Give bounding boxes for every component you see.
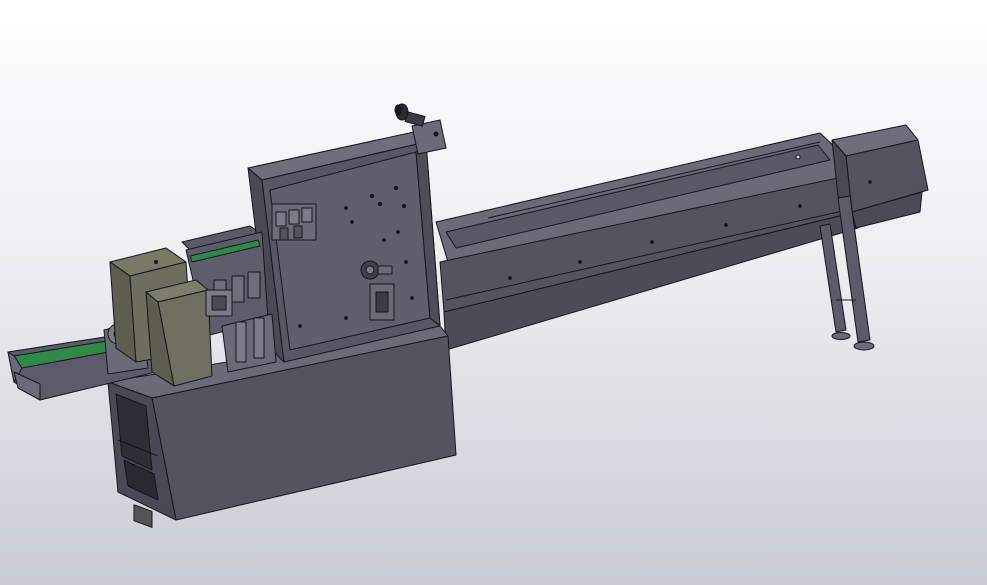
leveling-foot bbox=[831, 332, 851, 340]
switch-button[interactable] bbox=[288, 209, 300, 225]
infeed-block bbox=[231, 275, 245, 303]
screw-dot bbox=[369, 193, 375, 199]
seal-clamp-slot bbox=[211, 295, 227, 311]
drive-panel[interactable] bbox=[247, 131, 441, 363]
switch-foot bbox=[293, 225, 303, 239]
infeed-stand-column bbox=[235, 321, 247, 363]
screw-dot bbox=[724, 223, 728, 227]
bracket-slot bbox=[375, 291, 389, 313]
screw-dot bbox=[404, 260, 408, 264]
screw-dot bbox=[650, 240, 654, 244]
infeed-stand-column bbox=[253, 317, 265, 359]
screw-dot bbox=[578, 260, 582, 264]
screw-dot bbox=[298, 324, 302, 328]
screw-dot bbox=[154, 260, 158, 264]
screw-dot bbox=[393, 185, 399, 191]
switch-foot bbox=[279, 227, 289, 241]
screw-dot bbox=[377, 201, 383, 207]
screw-dot bbox=[396, 230, 400, 234]
long-conveyor-body[interactable] bbox=[435, 132, 859, 351]
infeed-block bbox=[247, 271, 261, 299]
cabinet-motor-block bbox=[133, 504, 153, 528]
screw-dot bbox=[344, 206, 348, 210]
screw-dot bbox=[868, 180, 872, 184]
screw-dot bbox=[508, 276, 512, 280]
switch-button[interactable] bbox=[275, 211, 287, 227]
screw-dot bbox=[798, 204, 802, 208]
cad-3d-viewport[interactable] bbox=[0, 0, 987, 585]
machine-3d-model[interactable] bbox=[0, 0, 987, 585]
leg-rear bbox=[819, 223, 847, 333]
tension-bracket[interactable] bbox=[369, 283, 395, 321]
screw-dot bbox=[410, 296, 414, 300]
screw-dot bbox=[382, 238, 386, 242]
screw-dot bbox=[795, 154, 801, 160]
switch-button[interactable] bbox=[301, 207, 313, 223]
screw-dot bbox=[344, 316, 348, 320]
screw-dot bbox=[401, 203, 407, 209]
gear-hub bbox=[365, 265, 375, 275]
motor-bolt bbox=[433, 131, 439, 137]
gear-bracket bbox=[377, 265, 393, 275]
leveling-foot bbox=[853, 341, 875, 351]
switch-block[interactable] bbox=[271, 203, 317, 241]
motor-cap-end bbox=[394, 104, 402, 116]
screw-dot bbox=[350, 220, 354, 224]
